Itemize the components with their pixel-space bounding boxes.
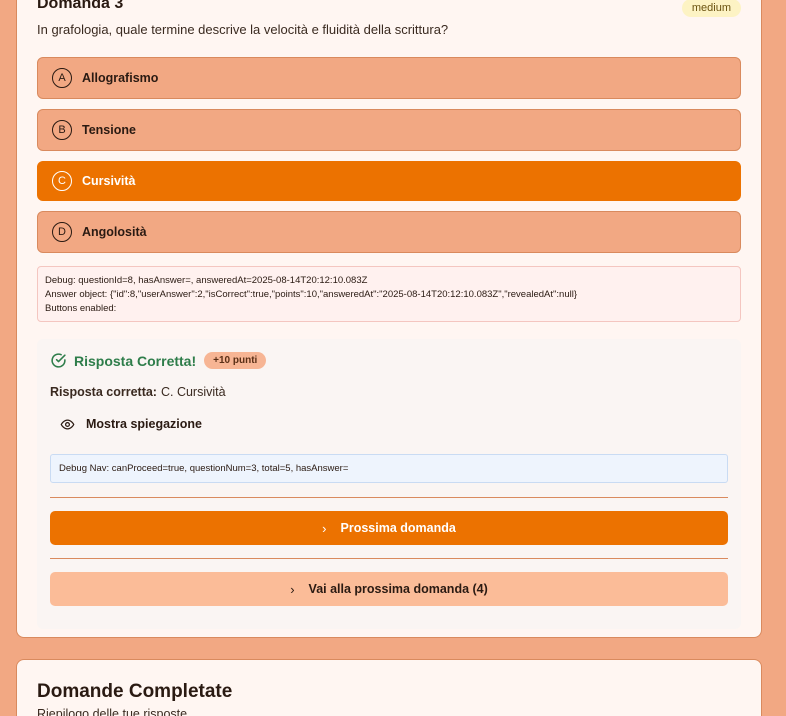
- completed-questions-card: Domande Completate Riepilogo delle tue r…: [16, 659, 762, 716]
- option-label: Tensione: [82, 123, 136, 137]
- correct-answer-value: C. Cursività: [160, 385, 226, 399]
- show-explanation-button[interactable]: Mostra spiegazione: [50, 411, 202, 437]
- option-c-selected[interactable]: C Cursività: [37, 161, 741, 201]
- eye-icon: [60, 419, 75, 429]
- question-card: Domanda 3 medium In grafologia, quale te…: [16, 0, 762, 638]
- completed-questions-title: Domande Completate: [37, 681, 233, 702]
- option-letter: D: [52, 222, 72, 242]
- divider: [50, 497, 728, 498]
- check-circle-icon: [51, 353, 66, 368]
- result-header: Risposta Corretta! +10 punti: [50, 352, 267, 369]
- option-b[interactable]: B Tensione: [37, 109, 741, 151]
- completed-questions-subtitle: Riepilogo delle tue risposte: [37, 707, 188, 716]
- question-title: Domanda 3: [37, 0, 124, 12]
- result-title: Risposta Corretta!: [74, 352, 197, 369]
- debug-nav: Debug Nav: canProceed=true, questionNum=…: [50, 454, 728, 483]
- result-panel: Risposta Corretta! +10 punti Risposta co…: [37, 339, 741, 629]
- next-question-button[interactable]: › Prossima domanda: [50, 511, 728, 545]
- option-letter: C: [52, 171, 72, 191]
- option-letter: A: [52, 68, 72, 88]
- debug-info: Debug: questionId=8, hasAnswer=, answere…: [37, 266, 741, 322]
- chevron-right-icon: ›: [290, 581, 295, 597]
- go-to-next-question-label: Vai alla prossima domanda (4): [308, 582, 488, 596]
- option-letter: B: [52, 120, 72, 140]
- chevron-right-icon: ›: [322, 520, 327, 536]
- debug-line: Answer object: {"id":8,"userAnswer":2,"i…: [45, 289, 577, 300]
- debug-line: Buttons enabled:: [45, 303, 117, 314]
- go-to-next-question-button[interactable]: › Vai alla prossima domanda (4): [50, 572, 728, 606]
- question-text: In grafologia, quale termine descrive la…: [37, 22, 449, 37]
- next-question-label: Prossima domanda: [340, 521, 456, 535]
- difficulty-badge: medium: [681, 0, 741, 17]
- option-d[interactable]: D Angolosità: [37, 211, 741, 253]
- show-explanation-label: Mostra spiegazione: [86, 417, 202, 431]
- correct-answer-label: Risposta corretta:: [50, 385, 157, 399]
- option-label: Allografismo: [82, 71, 159, 85]
- points-badge: +10 punti: [204, 352, 267, 369]
- debug-line: Debug: questionId=8, hasAnswer=, answere…: [45, 275, 368, 286]
- option-label: Cursività: [82, 174, 136, 188]
- option-label: Angolosità: [82, 225, 147, 239]
- divider: [50, 558, 728, 559]
- option-a[interactable]: A Allografismo: [37, 57, 741, 99]
- correct-answer-line: Risposta corretta: C. Cursività: [50, 385, 226, 399]
